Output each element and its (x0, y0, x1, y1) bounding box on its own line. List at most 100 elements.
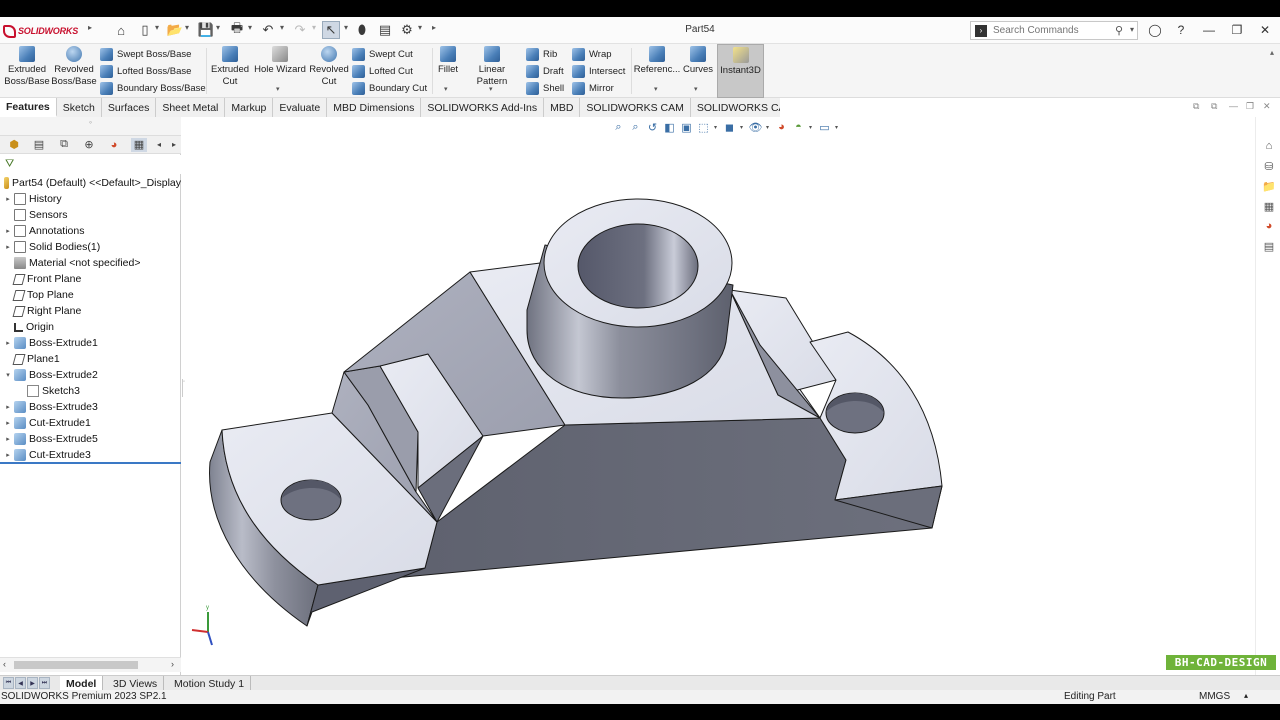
file-properties-icon[interactable]: ▤ (376, 21, 394, 39)
reference-geometry-button[interactable]: Referenc... (634, 46, 680, 76)
tree-item[interactable]: ▸ Cut-Extrude1 (0, 415, 181, 431)
section-view-icon[interactable]: ◧ (663, 121, 676, 134)
design-library-icon[interactable]: ⛁ (1262, 159, 1276, 173)
save-caret-icon[interactable]: ▾ (216, 23, 220, 32)
minimize-icon[interactable]: — (1200, 22, 1218, 38)
solidworks-logo[interactable]: SOLIDWORKS (3, 21, 78, 41)
open-caret-icon[interactable]: ▾ (185, 23, 189, 32)
panel-horizontal-scrollbar[interactable]: ‹ › (0, 657, 181, 672)
tree-item[interactable]: ▸ Solid Bodies(1) (0, 239, 181, 255)
swept-boss-button[interactable]: Swept Boss/Base (100, 46, 191, 62)
display-style-caret-icon[interactable]: ▾ (740, 124, 745, 131)
intersect-button[interactable]: Intersect (572, 63, 625, 79)
tab-surfaces[interactable]: Surfaces (102, 98, 157, 117)
expand-toggle-icon[interactable]: ▸ (3, 435, 13, 443)
doc-close-icon[interactable]: ✕ (1263, 101, 1271, 112)
splitter-handle[interactable]: ◦ (182, 379, 187, 397)
tree-item[interactable]: ▸ Cut-Extrude3 (0, 447, 181, 463)
tree-item[interactable]: Sensors (0, 207, 181, 223)
property-manager-tab-icon[interactable]: ▤ (31, 138, 47, 152)
tree-root-part[interactable]: Part54 (Default) <<Default>_Display (0, 175, 181, 191)
tab-motion-study-1[interactable]: Motion Study 1 (168, 676, 252, 691)
display-style-icon[interactable]: ◼ (723, 121, 736, 134)
feature-manager-tab-icon[interactable]: ⬢ (6, 138, 22, 152)
tab-model[interactable]: Model (60, 676, 104, 691)
tree-item[interactable]: Top Plane (0, 287, 181, 303)
tree-item[interactable]: Origin (0, 319, 181, 335)
reference-caret-icon[interactable]: ▾ (654, 85, 658, 93)
shell-button[interactable]: Shell (526, 80, 564, 96)
revolved-cut-button[interactable]: Revolved Cut (309, 46, 349, 88)
boundary-cut-button[interactable]: Boundary Cut (352, 80, 427, 96)
tab-mbd-dimensions[interactable]: MBD Dimensions (327, 98, 422, 117)
tab-solidworks-cam[interactable]: SOLIDWORKS CAM (580, 98, 691, 117)
instant3d-button[interactable]: Instant3D (717, 44, 764, 98)
print-icon[interactable]: 🖶 (228, 20, 246, 39)
expand-toggle-icon[interactable]: ▸ (3, 403, 13, 411)
cam-manager-tab-icon[interactable]: ▦ (131, 137, 147, 152)
panel-grip[interactable]: ◦ (0, 117, 181, 135)
toolbar-more-icon[interactable]: ▸ (432, 23, 436, 32)
unit-system[interactable]: MMGS (1199, 691, 1230, 702)
tab-3d-views[interactable]: 3D Views (107, 676, 165, 691)
draft-button[interactable]: Draft (526, 63, 564, 79)
select-caret-icon[interactable]: ▾ (344, 23, 348, 32)
doc-minimize-icon[interactable]: — (1229, 101, 1238, 111)
tree-item[interactable]: Right Plane (0, 303, 181, 319)
tab-sheet-metal[interactable]: Sheet Metal (156, 98, 226, 117)
tree-item[interactable]: ▸ Boss-Extrude1 (0, 335, 181, 351)
scroll-left-icon[interactable]: ‹ (3, 659, 6, 669)
first-tab-icon[interactable]: ⏮ (3, 677, 14, 689)
scroll-thumb[interactable] (14, 661, 138, 669)
redo-icon[interactable]: ↷ (291, 21, 309, 39)
search-caret-icon[interactable]: ▾ (1130, 25, 1134, 34)
user-account-icon[interactable]: ◯ (1146, 22, 1164, 38)
tree-filter-row[interactable]: ⛛ (0, 155, 181, 174)
curves-button[interactable]: Curves (681, 46, 715, 76)
undo-icon[interactable]: ↶ (259, 21, 277, 39)
help-icon[interactable]: ? (1172, 22, 1190, 38)
close-icon[interactable]: ✕ (1256, 22, 1274, 38)
menu-expand-icon[interactable]: ▸ (88, 23, 92, 32)
open-folder-icon[interactable]: 📂 (166, 21, 184, 39)
options-gear-icon[interactable]: ⚙ (398, 21, 416, 39)
tree-item[interactable]: ▸ Boss-Extrude3 (0, 399, 181, 415)
configuration-manager-tab-icon[interactable]: ⧉ (56, 138, 72, 152)
tab-evaluate[interactable]: Evaluate (273, 98, 328, 117)
view-palette-icon[interactable]: ▦ (1262, 199, 1276, 213)
next-tab-icon[interactable]: ▶ (27, 677, 38, 689)
tree-item[interactable]: Material <not specified> (0, 255, 181, 271)
revolved-boss-button[interactable]: Revolved Boss/Base (51, 46, 97, 88)
home-icon[interactable]: ⌂ (112, 21, 130, 39)
tab-markup[interactable]: Markup (225, 98, 274, 117)
fillet-caret-icon[interactable]: ▾ (444, 85, 448, 93)
options-caret-icon[interactable]: ▾ (418, 23, 422, 32)
undo-caret-icon[interactable]: ▾ (280, 23, 284, 32)
tabs-scroll-left-icon[interactable]: ◂ (156, 138, 162, 152)
expand-toggle-icon[interactable]: ▸ (3, 195, 13, 203)
apply-scene-caret-icon[interactable]: ▾ (809, 124, 814, 131)
appearances-icon[interactable]: ◕ (1262, 219, 1276, 233)
hole-wizard-caret-icon[interactable]: ▾ (276, 85, 280, 93)
extruded-cut-button[interactable]: Extruded Cut (210, 46, 250, 88)
dimxpert-tab-icon[interactable]: ⊕ (81, 138, 97, 152)
tab-sketch[interactable]: Sketch (57, 98, 102, 117)
expand-toggle-icon[interactable]: ▸ (3, 419, 13, 427)
mirror-button[interactable]: Mirror (572, 80, 614, 96)
hide-show-caret-icon[interactable]: ▾ (766, 124, 771, 131)
tree-item[interactable]: Plane1 (0, 351, 181, 367)
select-pointer-icon[interactable]: ↖ (322, 21, 340, 39)
apply-scene-icon[interactable]: ◓ (792, 121, 805, 134)
rollback-bar[interactable] (0, 462, 181, 464)
new-document-icon[interactable]: ▯ (136, 21, 154, 39)
cascade-window-icon[interactable]: ⧉ (1211, 101, 1217, 112)
expand-toggle-icon[interactable]: ▸ (3, 339, 13, 347)
rib-button[interactable]: Rib (526, 46, 557, 62)
edit-appearance-icon[interactable]: ◕ (775, 121, 788, 134)
tab-mbd[interactable]: MBD (544, 98, 581, 117)
last-tab-icon[interactable]: ⏭ (39, 677, 50, 689)
view-orientation-icon[interactable]: ⬚ (697, 121, 710, 134)
file-explorer-icon[interactable]: 📁 (1262, 179, 1276, 193)
view-orientation-caret-icon[interactable]: ▾ (714, 124, 719, 131)
swept-cut-button[interactable]: Swept Cut (352, 46, 413, 62)
